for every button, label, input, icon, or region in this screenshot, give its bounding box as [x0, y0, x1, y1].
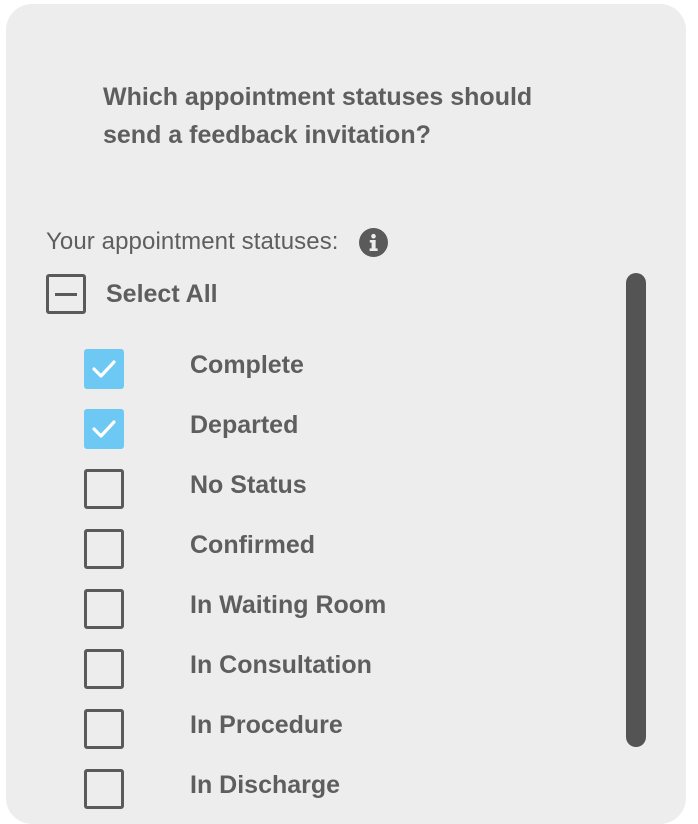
checkmark-icon: [92, 420, 116, 438]
statuses-header: Your appointment statuses:: [46, 222, 388, 262]
checkbox-unchecked[interactable]: [84, 769, 124, 809]
status-label: In Consultation: [190, 651, 372, 679]
checkbox-unchecked[interactable]: [84, 649, 124, 689]
info-icon[interactable]: [358, 227, 388, 257]
select-all-label: Select All: [106, 279, 218, 308]
status-label: Complete: [190, 351, 304, 379]
status-label: Confirmed: [190, 531, 315, 559]
status-item[interactable]: In Consultation: [84, 649, 386, 709]
status-label: In Procedure: [190, 711, 343, 739]
checkmark-icon: [92, 360, 116, 378]
checkbox-checked[interactable]: [84, 409, 124, 449]
scrollbar[interactable]: [626, 273, 646, 747]
status-item[interactable]: In Waiting Room: [84, 589, 386, 649]
info-glyph-icon: [369, 233, 378, 251]
status-label: In Waiting Room: [190, 591, 387, 619]
status-item[interactable]: Complete: [84, 349, 386, 409]
status-label: No Status: [190, 471, 307, 499]
status-label: Departed: [190, 411, 299, 439]
checkbox-unchecked[interactable]: [84, 589, 124, 629]
checkbox-unchecked[interactable]: [84, 709, 124, 749]
checkbox-checked[interactable]: [84, 349, 124, 389]
checkbox-unchecked[interactable]: [84, 469, 124, 509]
select-all-checkbox[interactable]: Select All: [46, 274, 218, 314]
status-item[interactable]: In Procedure: [84, 709, 386, 769]
dash-icon: [55, 292, 77, 296]
status-list: Complete Departed No Status Confirmed In Wai…: [84, 349, 386, 824]
checkbox-unchecked[interactable]: [84, 529, 124, 569]
status-item[interactable]: No Status: [84, 469, 386, 529]
feedback-settings-panel: Which appointment statuses should send a…: [6, 4, 686, 824]
status-item[interactable]: Confirmed: [84, 529, 386, 589]
question-line-2: send a feedback invitation?: [103, 121, 431, 149]
select-all-indeterminate-icon[interactable]: [46, 274, 86, 314]
question-text: Which appointment statuses should send a…: [103, 78, 563, 154]
status-item[interactable]: Departed: [84, 409, 386, 469]
question-line-1: Which appointment statuses should: [103, 83, 533, 111]
status-item[interactable]: In Discharge: [84, 769, 386, 824]
statuses-label: Your appointment statuses:: [46, 228, 339, 255]
